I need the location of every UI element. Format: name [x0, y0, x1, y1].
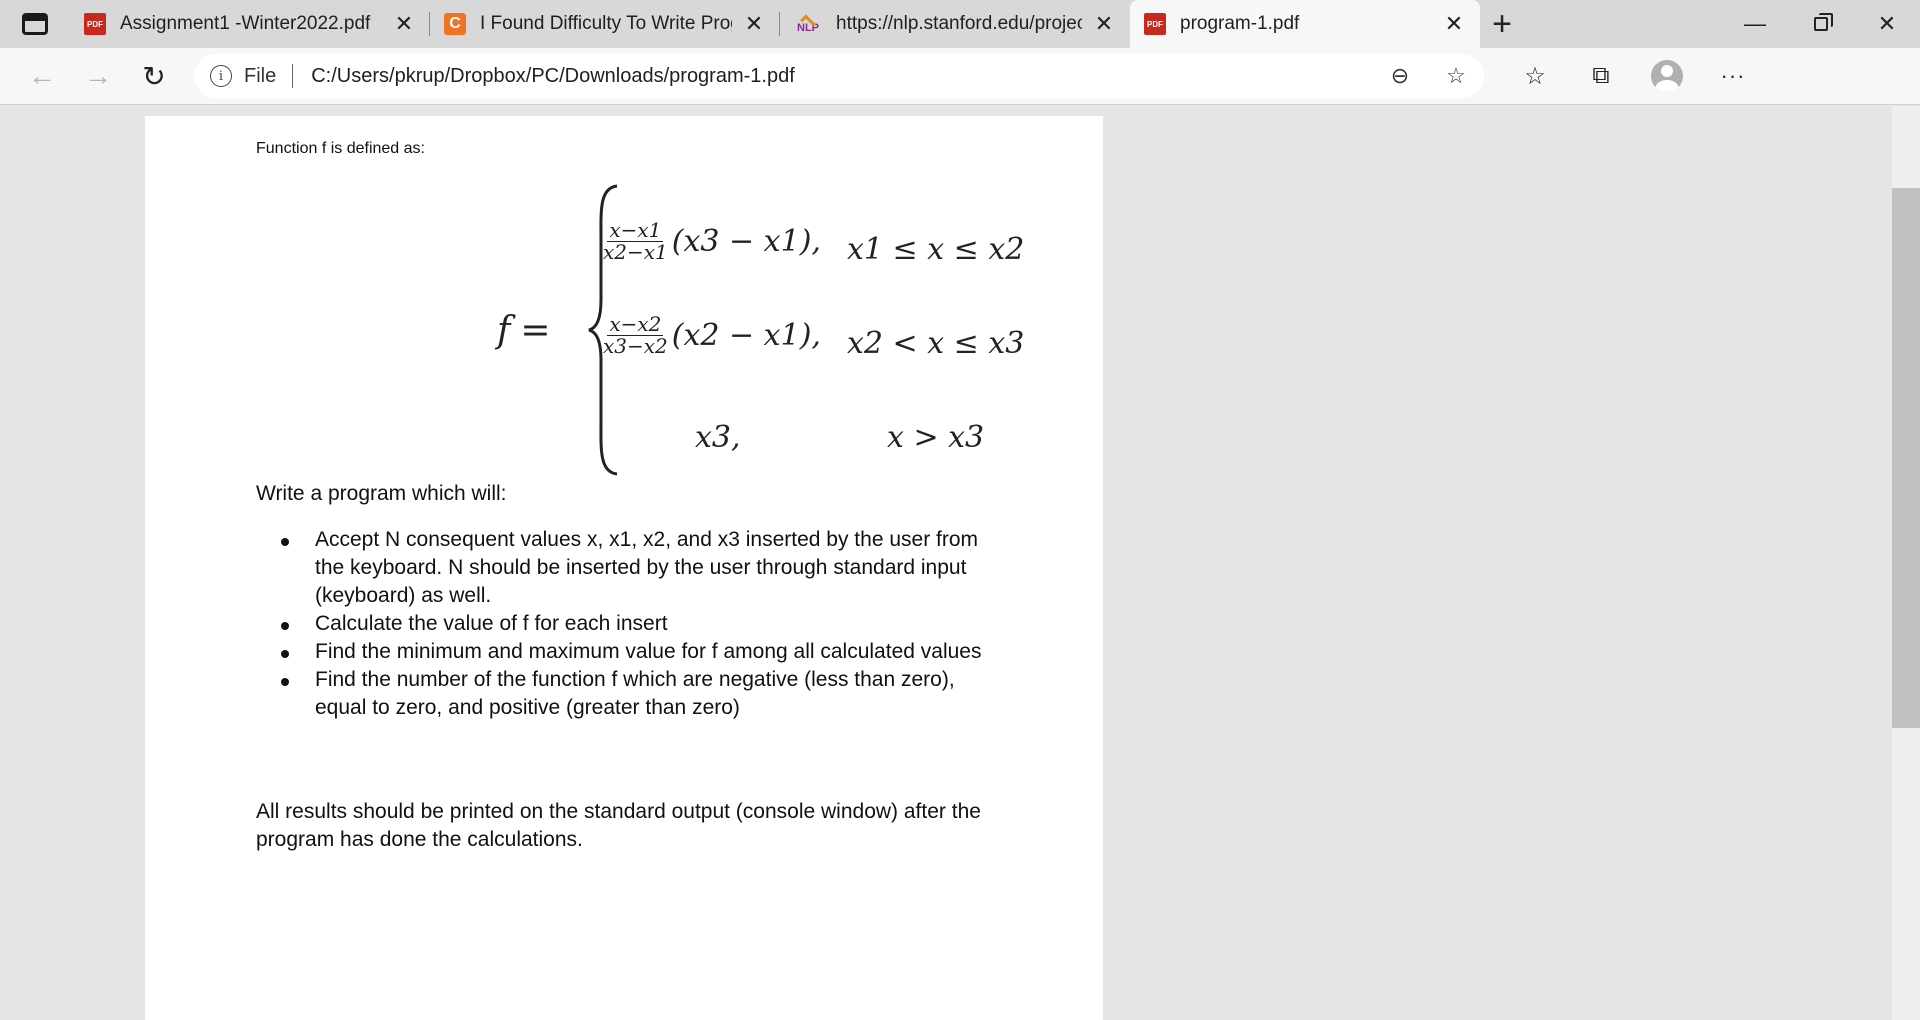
restore-button[interactable]: [1788, 0, 1854, 48]
tab-assignment[interactable]: PDF Assignment1 -Winter2022.pdf ✕: [70, 0, 430, 48]
tab-title: program-1.pdf: [1180, 13, 1300, 34]
minimize-button[interactable]: —: [1722, 0, 1788, 48]
requirements-list: Accept N consequent values x, x1, x2, an…: [275, 526, 995, 722]
pdf-viewer: Function f is defined as: f = x−x1 x2−x1 (…: [0, 106, 1920, 1020]
case-1: x−x1 x2−x1 (x3 − x1),: [603, 218, 821, 264]
address-text[interactable]: C:/Users/pkrup/Dropbox/PC/Downloads/prog…: [311, 65, 795, 88]
scrollbar[interactable]: [1892, 106, 1920, 1020]
favorites-icon[interactable]: ☆: [1502, 62, 1568, 91]
nlp-icon: NLP: [794, 14, 822, 34]
close-tab-icon[interactable]: ✕: [392, 11, 416, 37]
avatar: [1651, 60, 1683, 92]
restore-icon: [1814, 13, 1833, 31]
tab-title: https://nlp.stanford.edu/projects: [836, 13, 1082, 34]
toolbar: ← → ↻ i File C:/Users/pkrup/Dropbox/PC/D…: [0, 48, 1920, 105]
list-item: Find the number of the function f which …: [275, 666, 995, 722]
piecewise-formula: f = x−x1 x2−x1 (x3 − x1), x1 ≤ x ≤ x2 x−x2…: [345, 182, 1024, 478]
close-tab-icon[interactable]: ✕: [1092, 11, 1116, 37]
scheme-label: File: [244, 64, 277, 87]
more-menu-icon[interactable]: ···: [1700, 63, 1766, 89]
tab-actions-icon: [22, 13, 48, 35]
info-icon[interactable]: i: [210, 65, 232, 87]
back-button[interactable]: ←: [14, 54, 70, 98]
case-2-condition: x2 < x ≤ x3: [847, 326, 1025, 361]
lead-text: Write a program which will:: [256, 482, 507, 505]
case-3: x3,: [695, 420, 741, 455]
tab-actions-button[interactable]: [0, 0, 70, 48]
tab-title: Assignment1 -Winter2022.pdf: [120, 13, 371, 34]
refresh-button[interactable]: ↻: [126, 54, 182, 98]
outro-text: All results should be printed on the sta…: [256, 800, 981, 851]
close-tab-icon[interactable]: ✕: [1442, 11, 1466, 37]
tab-title: I Found Difficulty To Write Progr: [480, 13, 732, 34]
profile-button[interactable]: [1634, 60, 1700, 92]
collections-icon[interactable]: ⧉: [1568, 62, 1634, 90]
tab-program[interactable]: PDF program-1.pdf ✕: [1130, 0, 1480, 48]
address-bar[interactable]: i File C:/Users/pkrup/Dropbox/PC/Downloa…: [194, 54, 1484, 98]
forward-button[interactable]: →: [70, 54, 126, 98]
zoom-out-icon[interactable]: ⊖: [1372, 63, 1428, 89]
pdf-icon: PDF: [84, 13, 106, 35]
pdf-page: Function f is defined as: f = x−x1 x2−x1 (…: [145, 116, 1103, 1020]
case-3-condition: x > x3: [887, 420, 985, 455]
list-item: Calculate the value of f for each insert: [275, 610, 995, 638]
list-item: Accept N consequent values x, x1, x2, an…: [275, 526, 995, 610]
window-controls: — ✕: [1722, 0, 1920, 48]
scrollbar-thumb[interactable]: [1892, 188, 1920, 728]
tab-strip: PDF Assignment1 -Winter2022.pdf ✕ C I Fo…: [0, 0, 1920, 48]
close-tab-icon[interactable]: ✕: [742, 11, 766, 37]
chegg-c-icon: C: [444, 13, 466, 35]
intro-text: Function f is defined as:: [256, 140, 425, 157]
tab-chegg[interactable]: C I Found Difficulty To Write Progr ✕: [430, 0, 780, 48]
add-favorite-icon[interactable]: ☆: [1428, 63, 1484, 89]
case-2: x−x2 x3−x2 (x2 − x1),: [603, 312, 821, 358]
pdf-icon: PDF: [1144, 13, 1166, 35]
close-window-button[interactable]: ✕: [1854, 0, 1920, 48]
tab-nlp[interactable]: NLP https://nlp.stanford.edu/projects ✕: [780, 0, 1130, 48]
new-tab-button[interactable]: +: [1480, 0, 1524, 48]
list-item: Find the minimum and maximum value for f…: [275, 638, 995, 666]
formula-lhs: f =: [497, 310, 551, 351]
case-1-condition: x1 ≤ x ≤ x2: [847, 232, 1025, 267]
